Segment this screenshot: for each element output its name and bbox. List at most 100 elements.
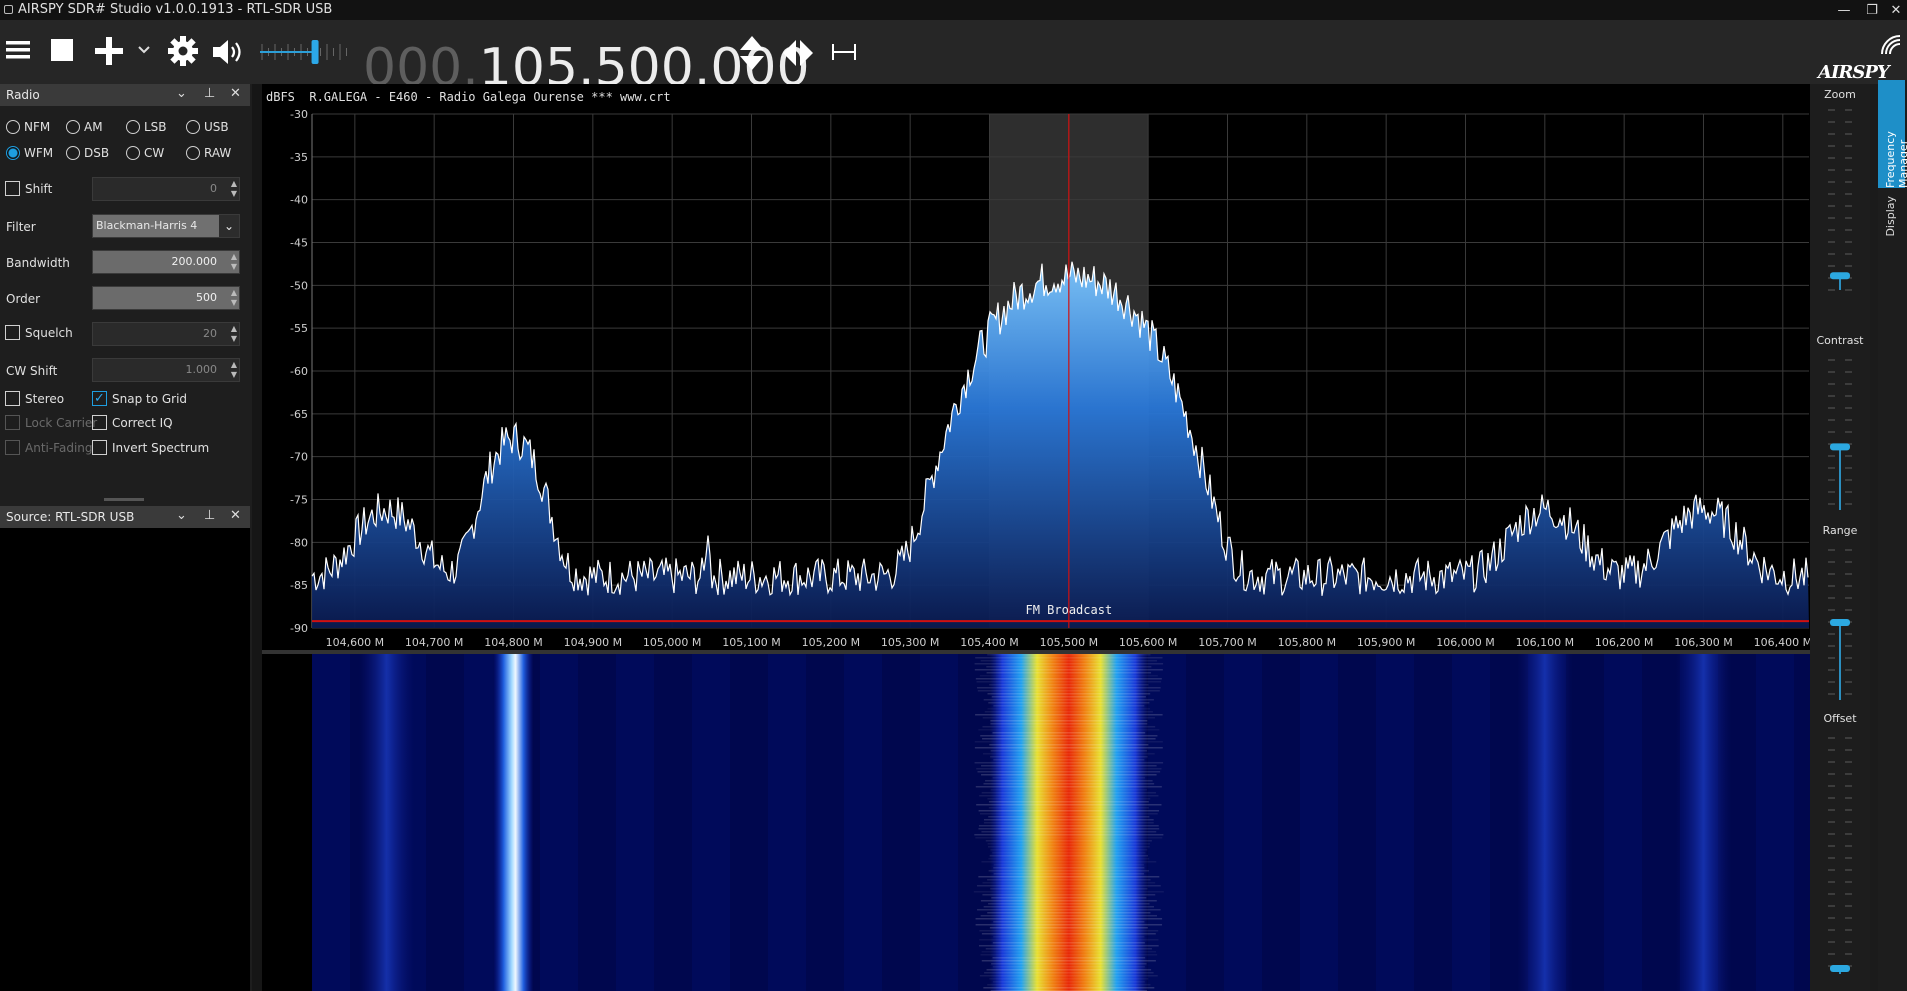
correct-iq-checkbox-box[interactable]	[92, 415, 107, 430]
close-icon[interactable]: ✕	[230, 508, 241, 523]
radio-circle-icon[interactable]	[126, 120, 140, 134]
waterfall-streak	[979, 675, 1158, 677]
mode-radio-wfm[interactable]: WFM	[6, 146, 53, 160]
radio-circle-icon[interactable]	[66, 120, 80, 134]
spinner-arrows-icon[interactable]: ▲ ▼	[231, 179, 237, 199]
spinner-arrows-icon[interactable]: ▲ ▼	[231, 324, 237, 344]
spectrum-display[interactable]: -30 -35 -40 -45 -50 -55 -60 -65 -70 -75 -80 -85 -90 1…	[262, 84, 1810, 650]
waterfall-streak	[985, 780, 1153, 782]
cw-shift-input[interactable]: 1.000 ▲ ▼	[92, 358, 240, 382]
tune-up-down-icon[interactable]	[737, 34, 767, 72]
tab-display-label: Display	[1884, 196, 1897, 237]
waterfall-streak	[975, 924, 1163, 926]
waterfall-streak	[974, 669, 1163, 671]
span-width-icon[interactable]	[830, 42, 858, 62]
splitter[interactable]	[252, 84, 262, 991]
waterfall-streak	[991, 963, 1147, 965]
slider-thumb[interactable]	[1830, 619, 1850, 626]
lock-carrier-checkbox-box[interactable]	[5, 415, 20, 430]
slider-thumb[interactable]	[1830, 443, 1850, 451]
waterfall-streak	[985, 840, 1152, 842]
waterfall-streak	[981, 960, 1156, 962]
stop-button[interactable]	[48, 36, 76, 64]
source-panel-header: Source: RTL-SDR USB ⌄ ⊥ ✕	[0, 506, 250, 528]
invert-spectrum-checkbox[interactable]: Invert Spectrum	[92, 440, 209, 455]
invert-spectrum-checkbox-box[interactable]	[92, 440, 107, 455]
mode-radio-dsb[interactable]: DSB	[66, 146, 109, 160]
anti-fading-checkbox[interactable]: Anti-Fading	[5, 440, 93, 455]
tune-left-right-icon[interactable]	[782, 38, 814, 68]
waterfall-background-band	[844, 654, 882, 991]
chevron-down-icon[interactable]	[136, 42, 152, 58]
close-icon[interactable]: ✕	[1882, 0, 1907, 20]
mode-radio-raw[interactable]: RAW	[186, 146, 231, 160]
chevron-down-icon[interactable]: ⌄	[219, 215, 239, 237]
tab-display[interactable]: Display	[1878, 192, 1905, 262]
y-tick-label: -30	[290, 108, 308, 121]
contrast-slider[interactable]	[1810, 356, 1870, 512]
gear-icon[interactable]	[166, 35, 200, 67]
stereo-checkbox[interactable]: Stereo	[5, 391, 64, 406]
y-tick-label: -80	[290, 536, 308, 549]
waterfall-streak	[987, 912, 1151, 914]
spinner-arrows-icon[interactable]: ▲ ▼	[231, 288, 237, 308]
waterfall-streak	[979, 930, 1159, 932]
close-icon[interactable]: ✕	[230, 86, 241, 101]
pin-icon[interactable]: ⊥	[204, 86, 215, 101]
lock-carrier-checkbox[interactable]: Lock Carrier	[5, 415, 97, 430]
spinner-arrows-icon[interactable]: ▲ ▼	[231, 360, 237, 380]
radio-circle-icon[interactable]	[186, 146, 200, 160]
pin-icon[interactable]: ⊥	[204, 508, 215, 523]
filter-select[interactable]: Blackman-Harris 4 ⌄	[92, 214, 240, 238]
x-tick-label: 105,700 M	[1198, 636, 1256, 649]
offset-slider[interactable]	[1810, 734, 1870, 976]
chevron-down-icon[interactable]: ⌄	[176, 86, 187, 101]
squelch-checkbox[interactable]: Squelch	[5, 325, 73, 340]
radio-circle-icon[interactable]	[126, 146, 140, 160]
order-input[interactable]: 500 ▲ ▼	[92, 286, 240, 310]
shift-checkbox-box[interactable]	[5, 181, 20, 196]
waterfall-streak	[989, 978, 1149, 980]
panel-resize-grip[interactable]	[104, 498, 144, 501]
shift-input[interactable]: 0 ▲ ▼	[92, 177, 240, 201]
waterfall-background-band	[312, 654, 350, 991]
mode-radio-lsb[interactable]: LSB	[126, 120, 167, 134]
range-slider[interactable]	[1810, 546, 1870, 702]
plus-icon[interactable]	[94, 36, 124, 66]
radio-circle-icon[interactable]	[186, 120, 200, 134]
mode-radio-nfm[interactable]: NFM	[6, 120, 50, 134]
zoom-slider[interactable]	[1810, 106, 1870, 292]
chevron-down-icon[interactable]: ⌄	[176, 508, 187, 523]
cw-shift-label: CW Shift	[6, 364, 58, 378]
snap-to-grid-checkbox[interactable]: ✓ Snap to Grid	[92, 391, 187, 406]
spinner-arrows-icon[interactable]: ▲ ▼	[231, 252, 237, 272]
checkmark-icon[interactable]: ✓	[92, 391, 107, 406]
minimize-icon[interactable]: —	[1830, 0, 1858, 20]
volume-slider[interactable]	[258, 32, 354, 72]
speaker-icon[interactable]	[210, 37, 248, 67]
radio-circle-icon[interactable]	[6, 120, 20, 134]
waterfall-streak	[977, 771, 1161, 773]
mode-radio-usb[interactable]: USB	[186, 120, 229, 134]
radio-circle-icon[interactable]	[6, 146, 20, 160]
waterfall-streak	[981, 861, 1157, 863]
volume-thumb[interactable]	[311, 40, 319, 64]
mode-label: RAW	[204, 146, 232, 160]
anti-fading-checkbox-box[interactable]	[5, 440, 20, 455]
waterfall-streak	[988, 702, 1150, 704]
waterfall-display[interactable]	[262, 654, 1810, 991]
tab-frequency-manager[interactable]: Frequency Manager	[1878, 80, 1907, 188]
stereo-checkbox-box[interactable]	[5, 391, 20, 406]
slider-thumb[interactable]	[1830, 272, 1850, 280]
correct-iq-checkbox[interactable]: Correct IQ	[92, 415, 173, 430]
waterfall-streak	[986, 969, 1152, 971]
squelch-input[interactable]: 20 ▲ ▼	[92, 322, 240, 346]
mode-radio-am[interactable]: AM	[66, 120, 103, 134]
bandwidth-input[interactable]: 200.000 ▲ ▼	[92, 250, 240, 274]
radio-circle-icon[interactable]	[66, 146, 80, 160]
shift-checkbox[interactable]: Shift	[5, 181, 52, 196]
mode-radio-cw[interactable]: CW	[126, 146, 164, 160]
squelch-checkbox-box[interactable]	[5, 325, 20, 340]
hamburger-menu-icon[interactable]	[4, 36, 32, 64]
slider-thumb[interactable]	[1830, 965, 1850, 972]
